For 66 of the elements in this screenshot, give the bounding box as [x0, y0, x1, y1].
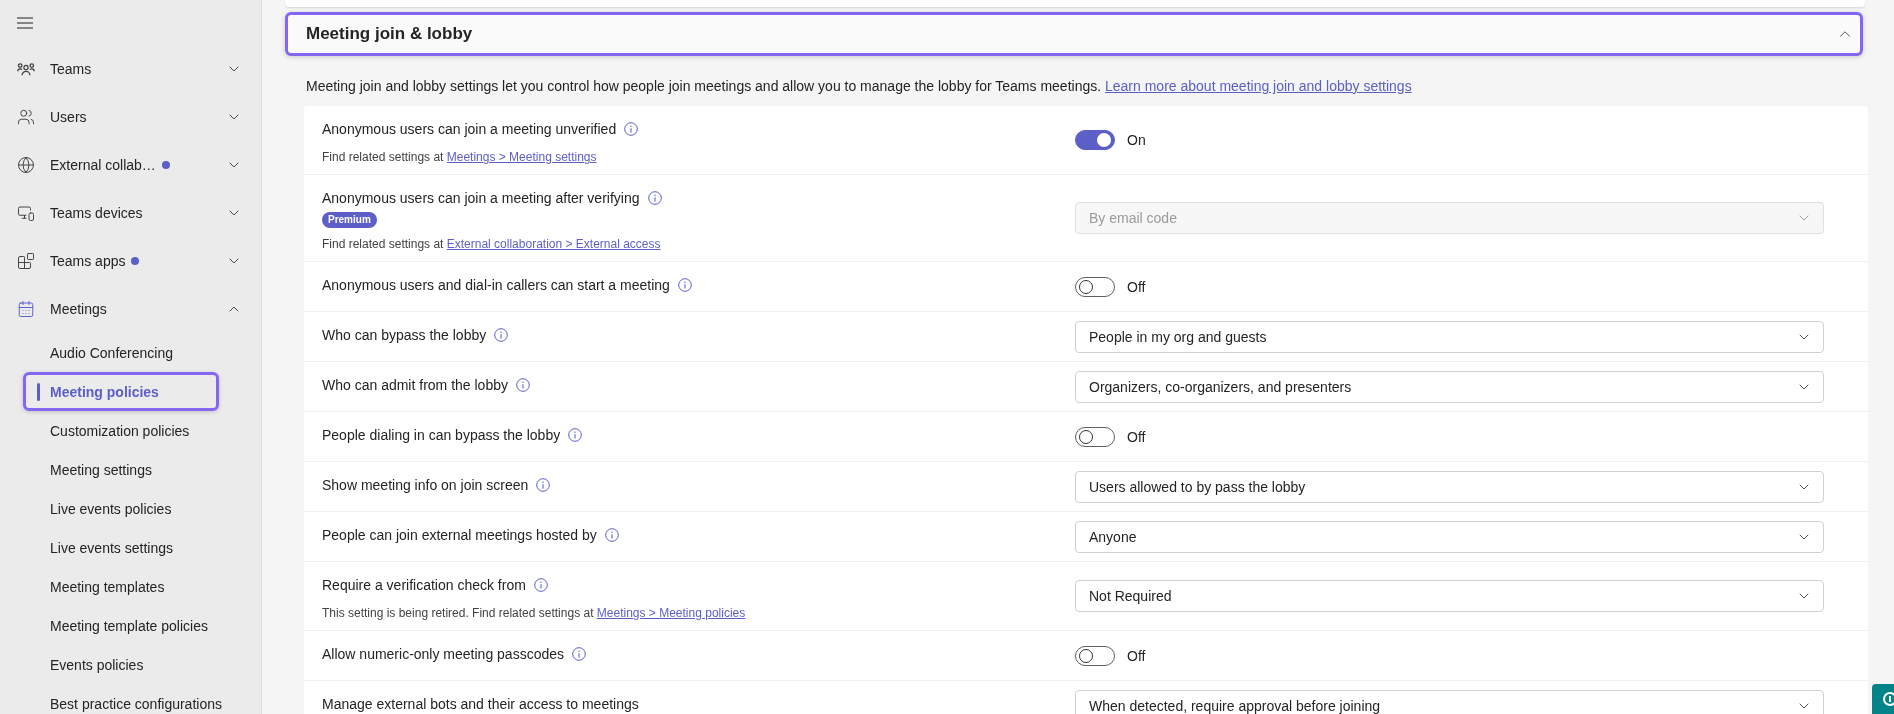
- menu-icon[interactable]: [17, 16, 33, 29]
- learn-more-link[interactable]: Learn more about meeting join and lobby settings: [1105, 78, 1412, 94]
- related-settings-link[interactable]: Meetings > Meeting settings: [446, 150, 597, 164]
- nav-subitem[interactable]: Events policies: [23, 645, 219, 684]
- toggle-state-label: Off: [1127, 428, 1146, 445]
- nav-subitem[interactable]: Meeting settings: [23, 450, 219, 489]
- toggle-state-label: Off: [1127, 647, 1146, 664]
- info-icon[interactable]: [536, 478, 551, 492]
- nav-item[interactable]: Meetings: [0, 285, 261, 333]
- setting-label: Require a verification check from: [322, 576, 526, 595]
- premium-badge: Premium: [322, 212, 377, 228]
- toggle-switch[interactable]: [1075, 645, 1115, 666]
- nav-subitem[interactable]: Meeting policies: [23, 372, 219, 411]
- devices-icon: [17, 204, 35, 222]
- chat-icon[interactable]: [1872, 684, 1894, 714]
- users-icon: [17, 108, 35, 126]
- dropdown[interactable]: People in my org and guests: [1075, 320, 1824, 353]
- nav-item[interactable]: Teams devices: [0, 189, 261, 237]
- nav-subitem[interactable]: Live events settings: [23, 528, 219, 567]
- globe-icon: [17, 156, 35, 174]
- info-icon[interactable]: [572, 647, 586, 661]
- nav-item[interactable]: Teams apps: [0, 237, 261, 285]
- nav-item[interactable]: Teams: [0, 45, 261, 93]
- dropdown[interactable]: Organizers, co-organizers, and presenters: [1075, 370, 1824, 403]
- toggle-switch[interactable]: [1075, 276, 1115, 297]
- toggle-state-label: On: [1127, 132, 1146, 148]
- toggle-switch[interactable]: [1075, 130, 1115, 150]
- section-title: Meeting join & lobby: [306, 24, 473, 44]
- info-icon[interactable]: [624, 122, 639, 136]
- setting-label: Manage external bots and their access to meetings: [322, 695, 639, 714]
- setting-label: Anonymous users can join a meeting after verifying: [322, 189, 640, 208]
- nav-subitem[interactable]: Customization policies: [23, 411, 219, 450]
- nav-subitem[interactable]: Live events policies: [23, 489, 219, 528]
- related-settings-note: Find related settings at External collaboration > External access: [322, 236, 661, 252]
- related-settings-note: Find related settings at Meetings > Meeting settings: [322, 149, 597, 165]
- info-icon[interactable]: [568, 428, 583, 442]
- related-settings-note: This setting is being retired. Find related settings at Meetings > Meeting policies: [322, 605, 746, 621]
- info-icon[interactable]: [677, 278, 692, 292]
- nav-subitem[interactable]: Audio Conferencing: [23, 333, 219, 372]
- setting-label: People dialing in can bypass the lobby: [322, 426, 561, 445]
- info-icon[interactable]: [516, 378, 530, 392]
- people-group-icon: [17, 62, 35, 76]
- dropdown[interactable]: When detected, require approval before joining: [1075, 689, 1824, 714]
- setting-label: Anonymous users and dial-in callers can start a meeting: [322, 276, 670, 295]
- nav-item[interactable]: Users: [0, 93, 261, 141]
- info-icon[interactable]: [494, 328, 509, 342]
- setting-label: Who can admit from the lobby: [322, 376, 508, 395]
- dropdown[interactable]: Users allowed to by pass the lobby: [1075, 470, 1824, 503]
- nav-item[interactable]: External collab…: [0, 141, 261, 189]
- dropdown[interactable]: Anyone: [1075, 520, 1824, 553]
- info-icon[interactable]: [533, 578, 548, 592]
- section-description: Meeting join and lobby settings let you control how people join meetings and allow you to manage the lobby for Teams meetings. Learn more about meeting join and lobby settings: [306, 77, 1413, 96]
- dropdown[interactable]: Not Required: [1075, 580, 1824, 612]
- nav-subitem[interactable]: Meeting template policies: [23, 606, 219, 645]
- setting-label: People can join external meetings hosted by: [322, 526, 597, 545]
- info-icon[interactable]: [604, 528, 619, 542]
- related-settings-link[interactable]: Meetings > Meeting policies: [596, 606, 746, 620]
- calendar-icon: [17, 300, 35, 318]
- toggle-state-label: Off: [1127, 278, 1146, 295]
- blocks-icon: [17, 252, 35, 270]
- toggle-switch[interactable]: [1075, 426, 1115, 447]
- setting-label: Who can bypass the lobby: [322, 326, 487, 345]
- nav-subitem[interactable]: Meeting templates: [23, 567, 219, 606]
- setting-label: Anonymous users can join a meeting unverified: [322, 120, 617, 139]
- setting-label: Allow numeric-only meeting passcodes: [322, 645, 564, 664]
- setting-label: Show meeting info on join screen: [322, 476, 529, 495]
